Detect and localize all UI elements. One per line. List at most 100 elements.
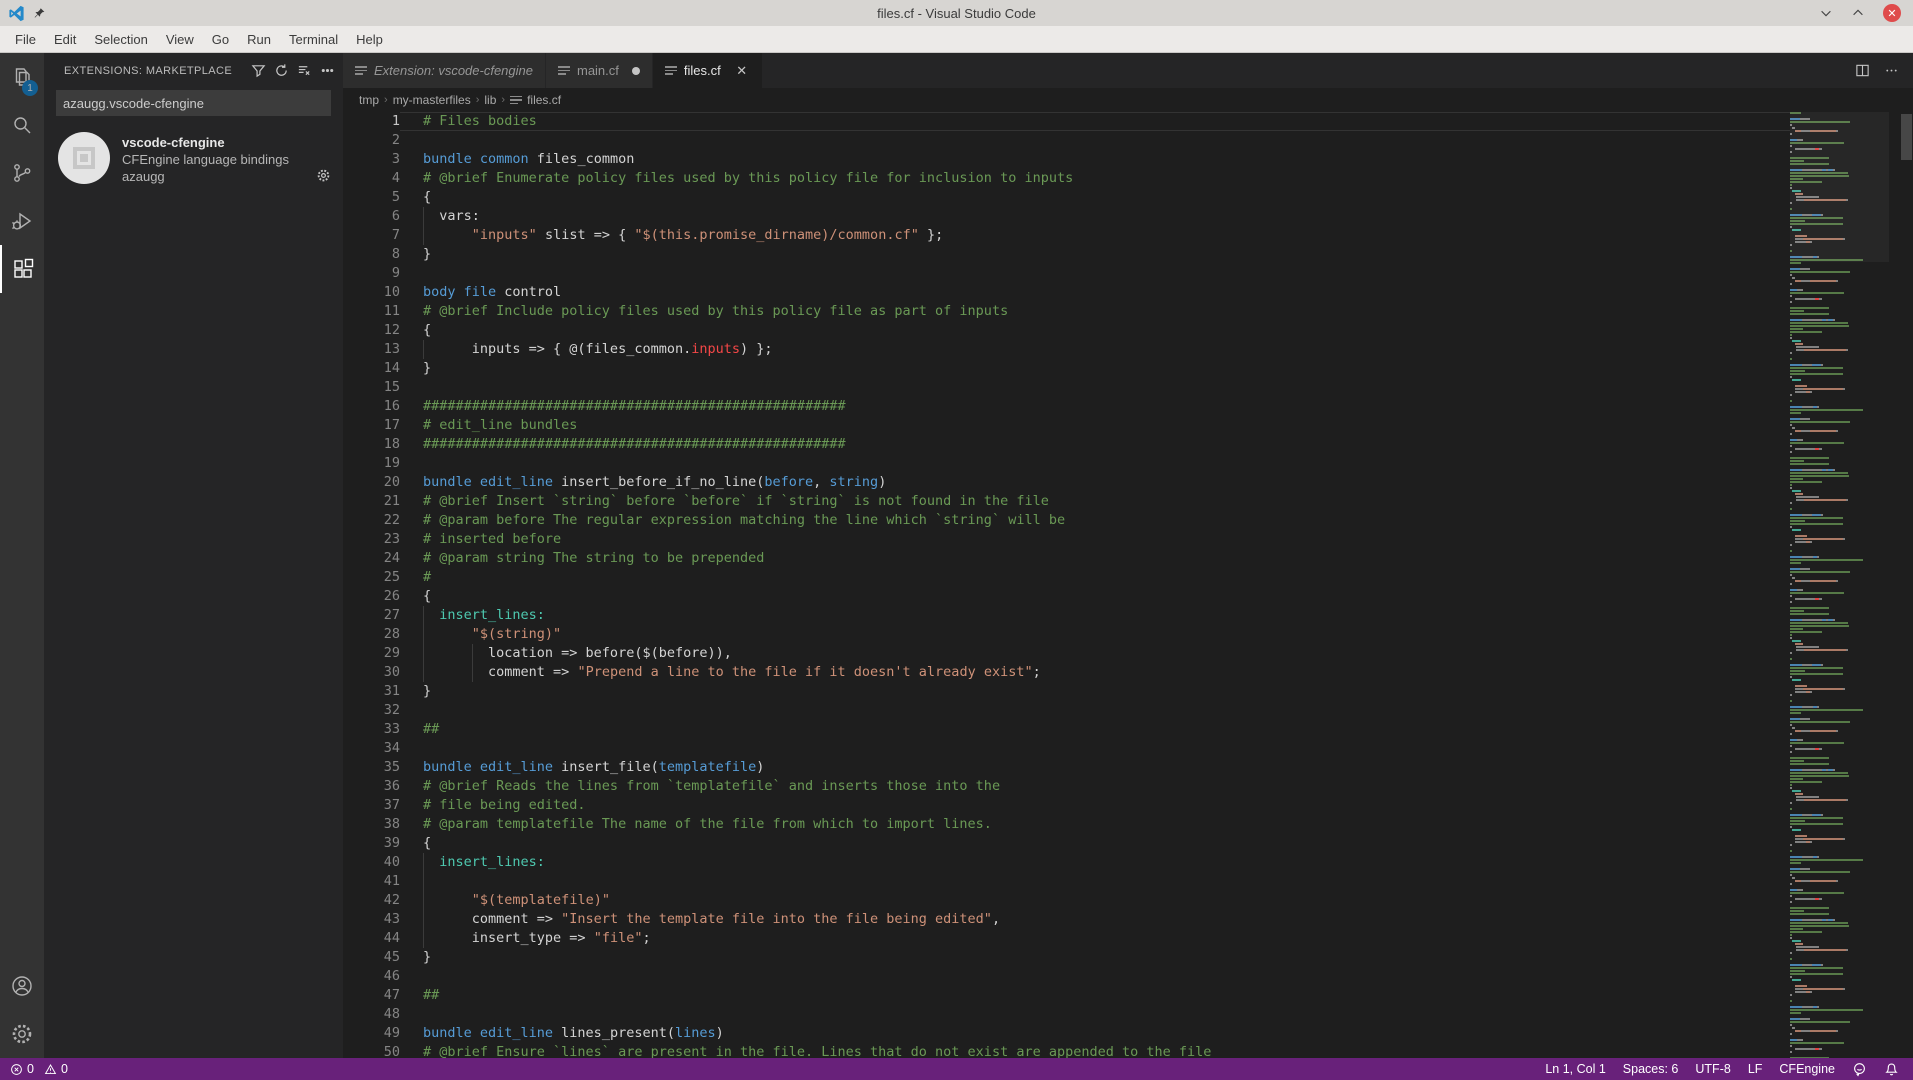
- activity-run-debug[interactable]: [0, 197, 44, 245]
- code-line-43[interactable]: 43 comment => "Insert the template file …: [343, 910, 1790, 929]
- code-line-22[interactable]: 22# @param before The regular expression…: [343, 511, 1790, 530]
- editor[interactable]: 1# Files bodies23bundle common files_com…: [343, 112, 1913, 1058]
- eol-indicator[interactable]: LF: [1748, 1062, 1763, 1076]
- code-line-14[interactable]: 14}: [343, 359, 1790, 378]
- clear-results-icon[interactable]: [297, 63, 312, 78]
- menu-run[interactable]: Run: [238, 28, 280, 51]
- breadcrumb-item-files.cf[interactable]: files.cf: [527, 93, 561, 107]
- minimize-button[interactable]: [1819, 6, 1833, 20]
- code-line-24[interactable]: 24# @param string The string to be prepe…: [343, 549, 1790, 568]
- code-line-16[interactable]: 16######################################…: [343, 397, 1790, 416]
- tab-main-cf[interactable]: main.cf: [546, 53, 653, 88]
- extension-manage-gear-icon[interactable]: [316, 168, 331, 183]
- code-line-3[interactable]: 3bundle common files_common: [343, 150, 1790, 169]
- code-line-31[interactable]: 31}: [343, 682, 1790, 701]
- code-line-7[interactable]: 7 "inputs" slist => { "$(this.promise_di…: [343, 226, 1790, 245]
- more-actions-icon[interactable]: [320, 63, 335, 78]
- code-line-21[interactable]: 21# @brief Insert `string` before `befor…: [343, 492, 1790, 511]
- code-line-29[interactable]: 29 location => before($(before)),: [343, 644, 1790, 663]
- extensions-search-input[interactable]: [57, 91, 330, 115]
- code-line-26[interactable]: 26{: [343, 587, 1790, 606]
- breadcrumb-item-tmp[interactable]: tmp: [359, 93, 379, 107]
- line-col-indicator[interactable]: Ln 1, Col 1: [1545, 1062, 1605, 1076]
- code-line-27[interactable]: 27 insert_lines:: [343, 606, 1790, 625]
- code-line-45[interactable]: 45}: [343, 948, 1790, 967]
- minimap[interactable]: [1790, 112, 1889, 1058]
- bell-icon[interactable]: [1884, 1062, 1899, 1077]
- code-line-39[interactable]: 39{: [343, 834, 1790, 853]
- activity-extensions[interactable]: [0, 245, 44, 293]
- code-line-25[interactable]: 25#: [343, 568, 1790, 587]
- scrollbar-thumb[interactable]: [1901, 114, 1912, 160]
- code-line-2[interactable]: 2: [343, 131, 1790, 150]
- menu-edit[interactable]: Edit: [45, 28, 85, 51]
- code-line-8[interactable]: 8}: [343, 245, 1790, 264]
- code-line-50[interactable]: 50# @brief Ensure `lines` are present in…: [343, 1043, 1790, 1058]
- modified-dot-icon[interactable]: [632, 67, 640, 75]
- code-line-38[interactable]: 38# @param templatefile The name of the …: [343, 815, 1790, 834]
- editor-scrollbar[interactable]: [1889, 112, 1913, 1058]
- menu-terminal[interactable]: Terminal: [280, 28, 347, 51]
- activity-accounts[interactable]: [0, 962, 44, 1010]
- refresh-icon[interactable]: [274, 63, 289, 78]
- code-line-10[interactable]: 10body file control: [343, 283, 1790, 302]
- menu-selection[interactable]: Selection: [85, 28, 156, 51]
- code-line-36[interactable]: 36# @brief Reads the lines from `templat…: [343, 777, 1790, 796]
- code-line-49[interactable]: 49bundle edit_line lines_present(lines): [343, 1024, 1790, 1043]
- code-line-12[interactable]: 12{: [343, 321, 1790, 340]
- activity-explorer[interactable]: 1: [0, 53, 44, 101]
- code-line-13[interactable]: 13 inputs => { @(files_common.inputs) };: [343, 340, 1790, 359]
- code-line-40[interactable]: 40 insert_lines:: [343, 853, 1790, 872]
- code-line-33[interactable]: 33##: [343, 720, 1790, 739]
- menu-file[interactable]: File: [6, 28, 45, 51]
- code-line-34[interactable]: 34: [343, 739, 1790, 758]
- split-editor-icon[interactable]: [1855, 63, 1870, 78]
- tab-extension-vscode-cfengine[interactable]: Extension: vscode-cfengine: [343, 53, 546, 88]
- activity-settings[interactable]: [0, 1010, 44, 1058]
- code-line-42[interactable]: 42 "$(templatefile)": [343, 891, 1790, 910]
- breadcrumb-item-lib[interactable]: lib: [484, 93, 496, 107]
- language-indicator[interactable]: CFEngine: [1779, 1062, 1835, 1076]
- close-tab-icon[interactable]: ✕: [734, 63, 750, 79]
- activity-source-control[interactable]: [0, 149, 44, 197]
- code-line-20[interactable]: 20bundle edit_line insert_before_if_no_l…: [343, 473, 1790, 492]
- code-line-48[interactable]: 48: [343, 1005, 1790, 1024]
- indent-indicator[interactable]: Spaces: 6: [1623, 1062, 1679, 1076]
- code-line-1[interactable]: 1# Files bodies: [343, 112, 1790, 131]
- code-line-19[interactable]: 19: [343, 454, 1790, 473]
- code-line-28[interactable]: 28 "$(string)": [343, 625, 1790, 644]
- code-line-47[interactable]: 47##: [343, 986, 1790, 1005]
- maximize-button[interactable]: [1851, 6, 1865, 20]
- code-line-9[interactable]: 9: [343, 264, 1790, 283]
- filter-icon[interactable]: [251, 63, 266, 78]
- code-line-4[interactable]: 4# @brief Enumerate policy files used by…: [343, 169, 1790, 188]
- code-line-37[interactable]: 37# file being edited.: [343, 796, 1790, 815]
- minimap-slider[interactable]: [1790, 112, 1889, 262]
- code-line-35[interactable]: 35bundle edit_line insert_file(templatef…: [343, 758, 1790, 777]
- code-area[interactable]: 1# Files bodies23bundle common files_com…: [343, 112, 1790, 1058]
- code-line-5[interactable]: 5{: [343, 188, 1790, 207]
- extension-list-item[interactable]: vscode-cfengine CFEngine language bindin…: [44, 124, 343, 193]
- code-line-44[interactable]: 44 insert_type => "file";: [343, 929, 1790, 948]
- feedback-icon[interactable]: [1852, 1062, 1867, 1077]
- code-line-46[interactable]: 46: [343, 967, 1790, 986]
- code-line-30[interactable]: 30 comment => "Prepend a line to the fil…: [343, 663, 1790, 682]
- tab-files-cf[interactable]: files.cf✕: [653, 53, 763, 88]
- close-window-button[interactable]: ✕: [1883, 4, 1901, 22]
- code-line-15[interactable]: 15: [343, 378, 1790, 397]
- code-line-41[interactable]: 41: [343, 872, 1790, 891]
- activity-search[interactable]: [0, 101, 44, 149]
- code-line-32[interactable]: 32: [343, 701, 1790, 720]
- code-line-6[interactable]: 6 vars:: [343, 207, 1790, 226]
- problems-indicator[interactable]: 0 0: [10, 1062, 68, 1076]
- encoding-indicator[interactable]: UTF-8: [1695, 1062, 1730, 1076]
- menu-go[interactable]: Go: [203, 28, 238, 51]
- more-actions-icon[interactable]: [1884, 63, 1899, 78]
- code-line-11[interactable]: 11# @brief Include policy files used by …: [343, 302, 1790, 321]
- menu-view[interactable]: View: [157, 28, 203, 51]
- code-line-23[interactable]: 23# inserted before: [343, 530, 1790, 549]
- menu-help[interactable]: Help: [347, 28, 392, 51]
- code-line-17[interactable]: 17# edit_line bundles: [343, 416, 1790, 435]
- code-line-18[interactable]: 18######################################…: [343, 435, 1790, 454]
- breadcrumb-item-my-masterfiles[interactable]: my-masterfiles: [393, 93, 471, 107]
